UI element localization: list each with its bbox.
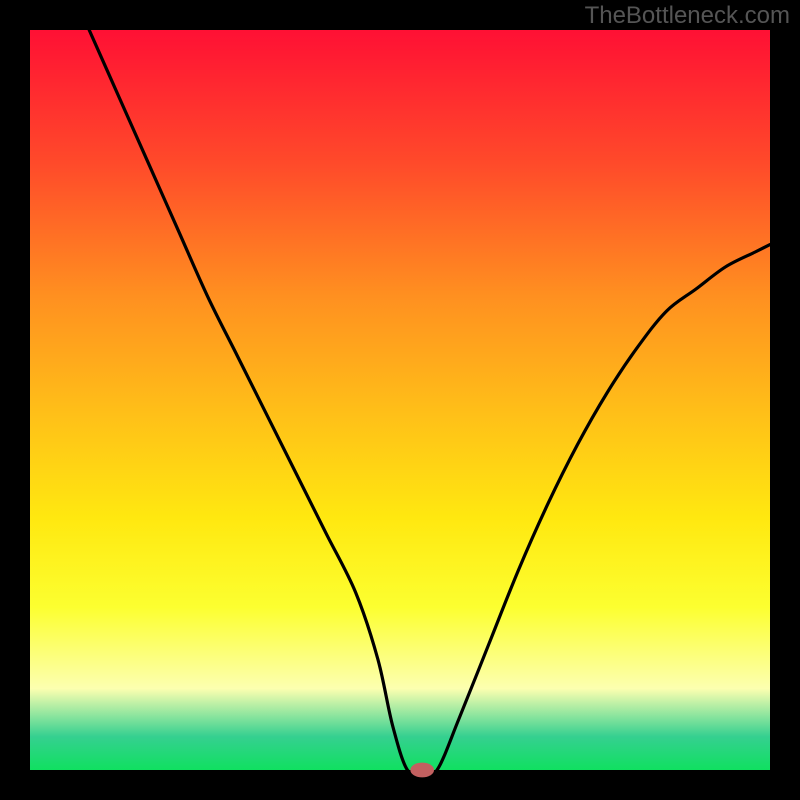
chart-background [30,30,770,770]
optimal-point-marker [410,763,434,778]
watermark-text: TheBottleneck.com [585,2,790,30]
chart-container: { "watermark": "TheBottleneck.com", "col… [0,0,800,800]
bottleneck-chart [0,0,800,800]
